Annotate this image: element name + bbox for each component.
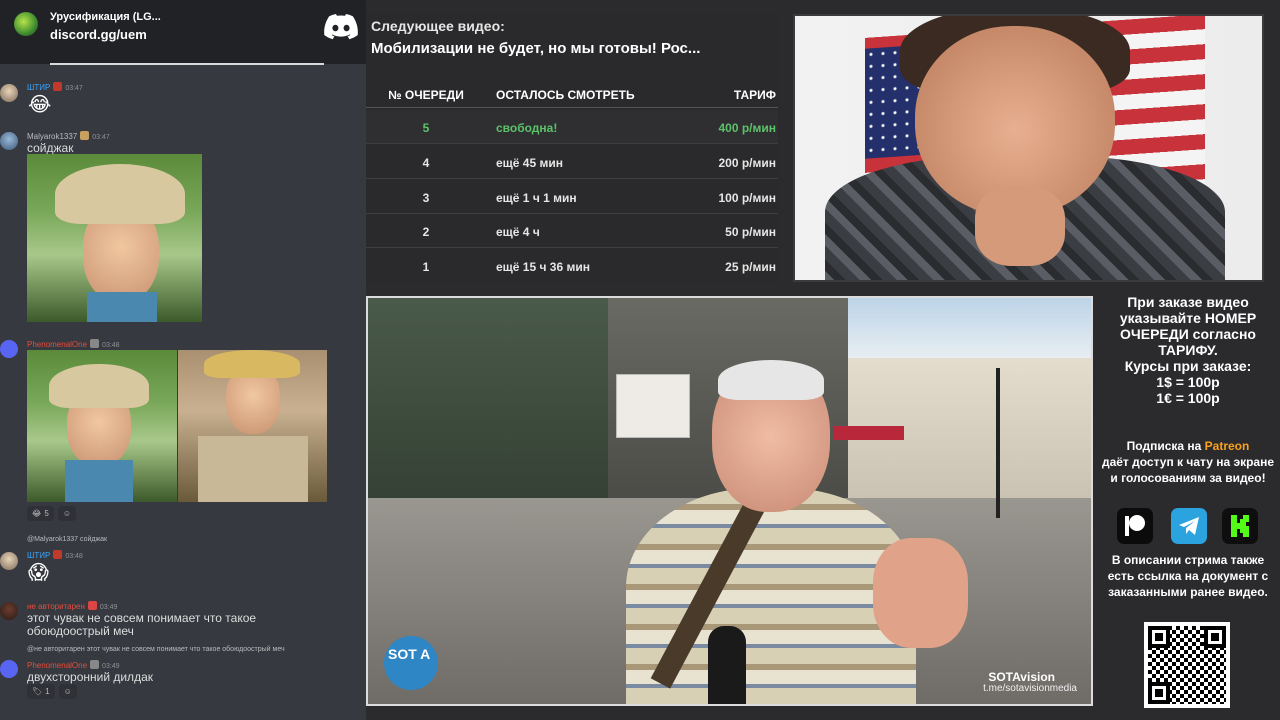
add-reaction-icon[interactable]: ☺: [58, 684, 77, 699]
message-text: двухсторонний дилдак: [27, 670, 153, 684]
avatar: [0, 660, 18, 678]
interviewee-hair: [718, 360, 824, 400]
kick-icon[interactable]: [1222, 508, 1258, 544]
next-video-label: Следующее видео:: [371, 18, 505, 34]
microphone-icon: [708, 626, 746, 704]
author-name[interactable]: PhenomenalOne: [27, 340, 87, 349]
sota-logo: SOT A: [384, 636, 438, 690]
header-queue-number: № ОЧЕРЕДИ: [388, 88, 464, 102]
server-invite-link[interactable]: discord.gg/uem: [50, 27, 147, 42]
timestamp: 03:49: [99, 604, 118, 611]
reaction[interactable]: 🏷 1: [27, 684, 55, 699]
author-name[interactable]: ШТИР: [27, 551, 50, 560]
header-tariff: ТАРИФ: [733, 88, 776, 102]
qr-code[interactable]: [1144, 622, 1230, 708]
server-name: Урусификация (LG...: [50, 11, 161, 23]
message-emoji: 😂: [28, 94, 52, 116]
reaction-bar: 🏷 1 ☺: [27, 684, 77, 699]
timestamp: 03:47: [65, 85, 83, 92]
patreon-promo: Подписка на Patreon даёт доступ к чату н…: [1101, 439, 1275, 485]
table-row: 4 ещё 45 мин 200 р/мин: [366, 145, 778, 179]
reaction-bar: 😂 5 ☺: [27, 506, 76, 521]
main-video-player[interactable]: SOT A SOTAvision t.me/sotavisionmedia: [366, 296, 1093, 706]
avatar: [0, 340, 18, 358]
stream-description-note: В описании стрима также есть ссылка на д…: [1107, 553, 1269, 599]
next-video-queue: Следующее видео: Мобилизации не будет, н…: [366, 14, 778, 282]
reply-preview[interactable]: @не авторитарен этот чувак не совсем пон…: [27, 646, 285, 653]
server-header: Урусификация (LG... discord.gg/uem: [0, 0, 366, 65]
role-badge-icon: [80, 131, 90, 140]
streamer-webcam: [793, 14, 1264, 282]
author-name[interactable]: PhenomenalOne: [27, 661, 87, 670]
author-name[interactable]: не авторитарен: [27, 602, 85, 611]
awning: [834, 426, 904, 440]
avatar: [0, 552, 18, 570]
order-instructions: При заказе видео указывайте НОМЕР ОЧЕРЕД…: [1119, 294, 1257, 406]
author-name[interactable]: Malyarok1337: [27, 132, 77, 141]
timestamp: 03:47: [92, 134, 110, 141]
timestamp: 03:48: [65, 553, 83, 560]
author-name[interactable]: ШТИР: [27, 83, 50, 92]
role-badge-icon: [53, 82, 63, 91]
street-lamp: [996, 368, 1000, 518]
role-badge-icon: [90, 339, 100, 348]
poster: [616, 374, 690, 438]
stream-overlay: Урусификация (LG... discord.gg/uem ШТИР 0…: [0, 0, 1280, 720]
queue-table-header: № ОЧЕРЕДИ ОСТАЛОСЬ СМОТРЕТЬ ТАРИФ: [366, 80, 778, 108]
timestamp: 03:48: [102, 342, 120, 349]
avatar: [0, 602, 18, 620]
table-row: 3 ещё 1 ч 1 мин 100 р/мин: [366, 180, 778, 214]
role-badge-icon: [90, 660, 100, 669]
server-logo-icon: [14, 12, 38, 36]
add-reaction-icon[interactable]: ☺: [57, 506, 76, 521]
message-text: обоюдоострый меч: [27, 624, 134, 638]
server-underline: [50, 63, 324, 65]
role-badge-icon: [87, 601, 97, 610]
interviewee-hand: [873, 538, 968, 648]
reply-preview[interactable]: @Malyarok1337 сойджак: [27, 536, 107, 543]
next-video-title: Мобилизации не будет, но мы готовы! Рос.…: [371, 40, 701, 57]
table-row: 2 ещё 4 ч 50 р/мин: [366, 214, 778, 248]
avatar: [0, 84, 18, 102]
reaction[interactable]: 😂 5: [27, 506, 54, 521]
timestamp: 03:49: [102, 663, 120, 670]
header-remaining: ОСТАЛОСЬ СМОТРЕТЬ: [496, 88, 635, 102]
message-text: сойджак: [27, 141, 74, 155]
role-badge-icon: [53, 550, 63, 559]
table-row: 5 свободна! 400 р/мин: [366, 110, 778, 144]
table-row: 1 ещё 15 ч 36 мин 25 р/мин: [422, 260, 776, 274]
building: [838, 338, 1091, 508]
brand-name: SOTAvision: [988, 670, 1055, 684]
attached-image[interactable]: [27, 350, 177, 502]
message-emoji: 😱: [28, 562, 49, 584]
discord-chat-panel: Урусификация (LG... discord.gg/uem ШТИР 0…: [0, 0, 366, 720]
streamer-hand: [975, 186, 1065, 266]
avatar: [0, 132, 18, 150]
telegram-icon[interactable]: [1171, 508, 1207, 544]
patreon-link[interactable]: Patreon: [1205, 439, 1250, 453]
order-info-panel: При заказе видео указывайте НОМЕР ОЧЕРЕД…: [1098, 292, 1280, 720]
brand-url: t.me/sotavisionmedia: [983, 683, 1077, 694]
message-text: этот чувак не совсем понимает что такое: [27, 611, 257, 625]
attached-image[interactable]: [178, 350, 327, 502]
patreon-icon[interactable]: [1117, 508, 1153, 544]
attached-image[interactable]: [27, 154, 202, 322]
discord-icon: [324, 14, 358, 40]
